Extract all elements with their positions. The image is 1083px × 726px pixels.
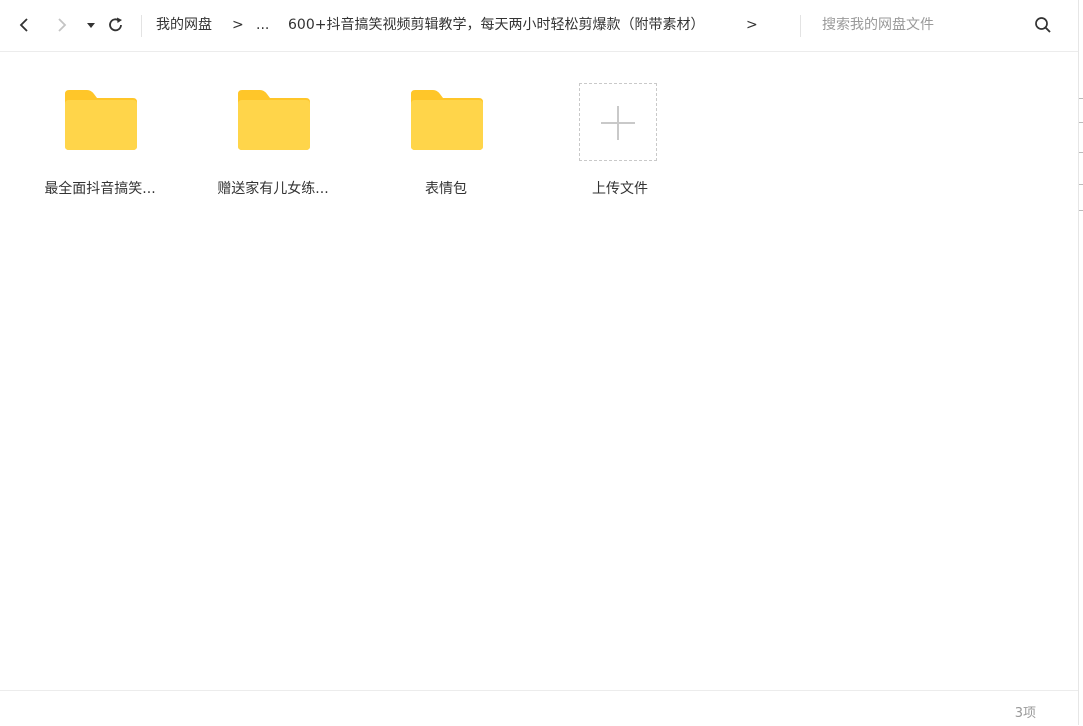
upload-label: 上传文件 [592,181,648,197]
folder-item[interactable]: 表情包 [366,80,526,210]
edge-mark [1079,152,1083,153]
toolbar: 我的网盘 > ... 600+抖音搞笑视频剪辑教学，每天两小时轻松剪爆款（附带素… [0,0,1078,52]
plus-icon [617,106,619,140]
status-bar: 3项 [0,690,1078,726]
folder-name: 表情包 [425,181,467,197]
edge-mark [1079,122,1083,123]
edge-mark [1079,184,1083,185]
folder-item[interactable]: 最全面抖音搞笑... [20,80,180,210]
chevron-left-icon [19,18,28,32]
search-icon[interactable] [1034,16,1052,34]
breadcrumb-root[interactable]: 我的网盘 [156,0,212,51]
folder-icon [411,90,483,150]
breadcrumb-current[interactable]: 600+抖音搞笑视频剪辑教学，每天两小时轻松剪爆款（附带素材） [288,0,704,51]
search-input[interactable]: 搜索我的网盘文件 [822,0,934,51]
edge-mark [1079,98,1083,99]
window-edge [1078,0,1083,725]
forward-button[interactable] [51,14,73,36]
search-divider [800,15,801,37]
folder-name: 最全面抖音搞笑... [44,181,156,197]
breadcrumb-ellipsis[interactable]: ... [256,0,269,51]
folder-name: 赠送家有儿女练... [217,181,329,197]
history-dropdown-button[interactable] [80,14,102,36]
breadcrumb-separator: > [232,17,244,33]
toolbar-divider [141,15,142,37]
folder-item[interactable]: 赠送家有儿女练... [193,80,353,210]
breadcrumb-separator[interactable]: > [746,0,758,51]
folder-icon [65,90,137,150]
upload-file-button[interactable]: 上传文件 [540,80,700,210]
edge-mark [1079,210,1083,211]
refresh-icon [109,17,122,32]
folder-icon [238,90,310,150]
back-button[interactable] [13,14,35,36]
item-count: 3项 [1014,706,1036,721]
upload-box[interactable] [579,83,657,161]
caret-down-icon [87,23,95,28]
chevron-right-icon [58,18,67,32]
refresh-button[interactable] [105,14,127,36]
